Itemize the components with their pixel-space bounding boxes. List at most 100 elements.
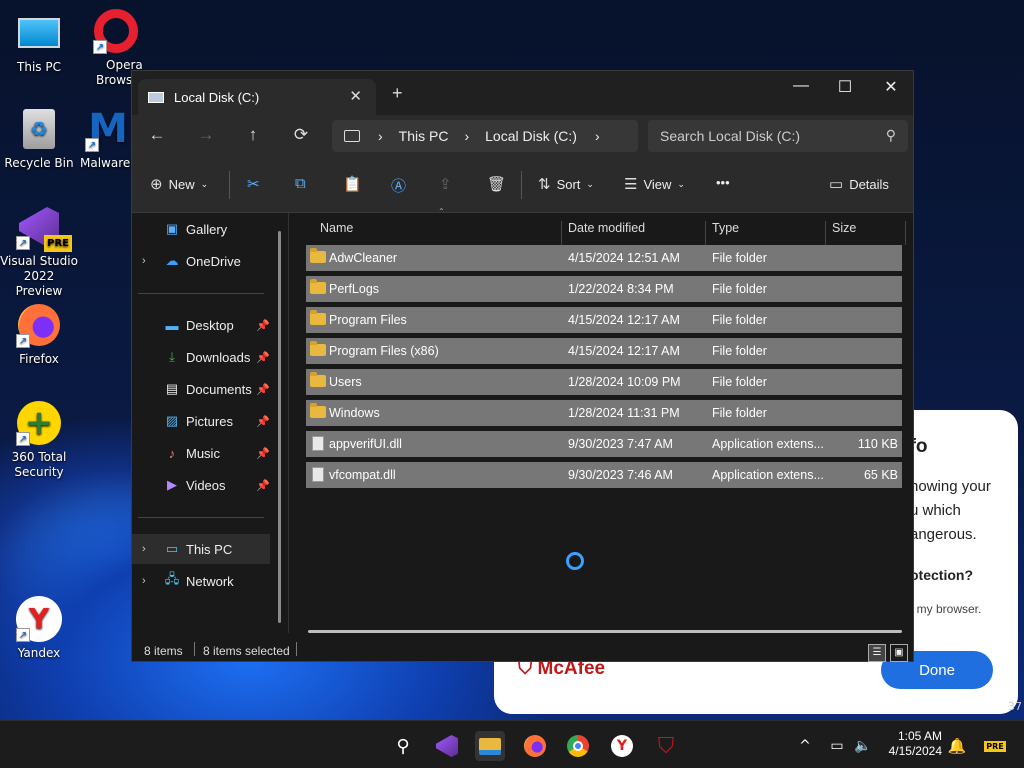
system-clock[interactable]: 1:05 AM 4/15/2024: [880, 729, 942, 759]
yandex-taskbar-icon[interactable]: Y: [607, 731, 637, 761]
delete-button[interactable]: 🗑: [487, 175, 506, 193]
desktop-icon-firefox[interactable]: ↗ Firefox: [0, 302, 78, 367]
file-row[interactable]: appverifUI.dll 9/30/2023 7:47 AM Applica…: [306, 431, 902, 457]
copy-button[interactable]: ⧉: [295, 175, 306, 192]
horizontal-scrollbar[interactable]: [308, 630, 902, 633]
rename-button[interactable]: Ⓐ: [391, 175, 406, 196]
up-button[interactable]: ↑: [241, 125, 265, 145]
desktop-icon-360-total-security[interactable]: + ↗ 360 Total Security: [0, 400, 78, 480]
breadcrumb-local-disk[interactable]: Local Disk (C:): [485, 128, 577, 144]
minimize-button[interactable]: —: [778, 77, 824, 95]
search-placeholder: Search Local Disk (C:): [660, 128, 801, 144]
document-icon: ▤: [165, 381, 179, 396]
column-header-date[interactable]: Date modified: [568, 221, 645, 235]
nav-item-gallery[interactable]: ▣ Gallery: [132, 214, 270, 244]
nav-label: Videos: [186, 477, 226, 493]
file-row[interactable]: vfcompat.dll 9/30/2023 7:46 AM Applicati…: [306, 462, 902, 488]
column-divider[interactable]: [561, 221, 562, 245]
nav-item-documents[interactable]: ▤ Documents 📌: [132, 374, 270, 404]
file-row[interactable]: Program Files (x86) 4/15/2024 12:17 AM F…: [306, 338, 902, 364]
column-header-row: ⌃ Name Date modified Type Size: [302, 207, 906, 245]
mcafee-taskbar-icon[interactable]: ⛉: [651, 731, 681, 761]
video-icon: ▶: [167, 477, 177, 492]
nav-item-network[interactable]: › 🖧 Network: [132, 566, 270, 596]
share-button[interactable]: ⇪: [439, 175, 452, 193]
desktop-icon-this-pc[interactable]: This PC: [0, 10, 78, 75]
details-button[interactable]: ▭ Details: [829, 175, 889, 193]
copy-icon: ⧉: [295, 175, 306, 192]
column-header-name[interactable]: Name: [320, 221, 353, 235]
new-tab-button[interactable]: +: [392, 83, 403, 104]
nav-item-downloads[interactable]: ⤓ Downloads 📌: [132, 342, 270, 372]
nav-item-onedrive[interactable]: › ☁ OneDrive: [132, 246, 270, 276]
nav-item-videos[interactable]: ▶ Videos 📌: [132, 470, 270, 500]
pre-badge[interactable]: PRE: [980, 731, 1010, 761]
nav-label: This PC: [186, 541, 233, 557]
volume-icon[interactable]: 🔈: [848, 731, 878, 761]
nav-item-this-pc[interactable]: › ▭ This PC: [132, 534, 270, 564]
desktop-icon-label: Malwareb: [80, 156, 136, 170]
file-row[interactable]: Windows 1/28/2024 11:31 PM File folder: [306, 400, 902, 426]
share-icon: ⇪: [439, 176, 452, 193]
file-explorer-taskbar-icon[interactable]: [475, 731, 505, 761]
cut-button[interactable]: ✂: [247, 175, 260, 193]
forward-button[interactable]: →: [194, 125, 218, 145]
view-button[interactable]: ☰ View ⌄: [624, 175, 685, 193]
mcafee-text: angerous.: [910, 526, 977, 543]
desktop-folder-icon: ▬: [165, 317, 179, 333]
breadcrumb-separator[interactable]: ›: [595, 128, 600, 144]
file-row[interactable]: Program Files 4/15/2024 12:17 AM File fo…: [306, 307, 902, 333]
notification-bell-icon[interactable]: 🔔: [942, 731, 972, 761]
desktop-icon-recycle-bin[interactable]: ♻ Recycle Bin: [0, 106, 78, 171]
chrome-taskbar-icon[interactable]: [563, 731, 593, 761]
new-button[interactable]: ⊕ New ⌄: [150, 175, 208, 193]
file-row[interactable]: AdwCleaner 4/15/2024 12:51 AM File folde…: [306, 245, 902, 271]
chevron-right-icon[interactable]: ›: [142, 575, 146, 587]
desktop-icon-visual-studio[interactable]: PRE ↗ Visual Studio 2022 Preview: [0, 204, 78, 299]
360-security-icon: + ↗: [16, 400, 62, 446]
maximize-button[interactable]: ☐: [822, 77, 868, 97]
file-date: 9/30/2023 7:46 AM: [568, 468, 673, 482]
opera-icon: ↗: [93, 8, 139, 54]
nav-pane-scrollbar[interactable]: [278, 231, 281, 623]
refresh-button[interactable]: ⟳: [289, 125, 313, 145]
nav-label: Desktop: [186, 317, 234, 333]
tab-close-icon[interactable]: ✕: [349, 87, 362, 105]
nav-item-pictures[interactable]: ▨ Pictures 📌: [132, 406, 270, 436]
visual-studio-taskbar-icon[interactable]: [432, 731, 462, 761]
details-view-icon[interactable]: ☰: [868, 644, 886, 662]
close-window-button[interactable]: ✕: [868, 77, 914, 97]
more-options-button[interactable]: •••: [716, 175, 730, 190]
selected-count: 8 items selected: [203, 644, 290, 658]
search-icon[interactable]: ⚲: [388, 731, 418, 761]
chevron-right-icon[interactable]: ›: [142, 543, 146, 555]
sort-button[interactable]: ⇅ Sort ⌄: [538, 175, 594, 193]
address-bar[interactable]: › This PC › Local Disk (C:) ›: [332, 120, 638, 152]
chevron-right-icon[interactable]: ›: [142, 255, 146, 267]
file-row[interactable]: PerfLogs 1/22/2024 8:34 PM File folder: [306, 276, 902, 302]
column-divider[interactable]: [705, 221, 706, 245]
column-divider[interactable]: [825, 221, 826, 245]
breadcrumb-this-pc[interactable]: This PC: [399, 128, 449, 144]
shortcut-arrow-icon: ↗: [16, 236, 30, 250]
column-header-type[interactable]: Type: [712, 221, 739, 235]
desktop-icon-malwarebytes[interactable]: M ↗ Malwareb: [80, 106, 136, 171]
firefox-taskbar-icon[interactable]: [520, 731, 550, 761]
show-hidden-icons-chevron-icon[interactable]: ^: [790, 731, 820, 761]
nav-divider: [138, 293, 264, 294]
nav-item-music[interactable]: ♪ Music 📌: [132, 438, 270, 468]
tiles-view-icon[interactable]: ▣: [890, 644, 908, 662]
desktop-icon-yandex[interactable]: Y ↗ Yandex: [0, 596, 78, 661]
nav-divider: [138, 517, 264, 518]
nav-item-desktop[interactable]: ▬ Desktop 📌: [132, 310, 270, 340]
back-button[interactable]: ←: [145, 125, 169, 145]
file-row[interactable]: Users 1/28/2024 10:09 PM File folder: [306, 369, 902, 395]
network-icon: 🖧: [164, 571, 180, 586]
column-header-size[interactable]: Size: [832, 221, 856, 235]
search-box[interactable]: Search Local Disk (C:) ⚲: [648, 120, 908, 152]
tab-local-disk[interactable]: Local Disk (C:) ✕: [138, 79, 376, 115]
pane-splitter[interactable]: [288, 213, 289, 633]
paste-button[interactable]: 📋: [343, 175, 362, 193]
pin-icon: 📌: [256, 415, 270, 428]
column-divider[interactable]: [905, 221, 906, 245]
